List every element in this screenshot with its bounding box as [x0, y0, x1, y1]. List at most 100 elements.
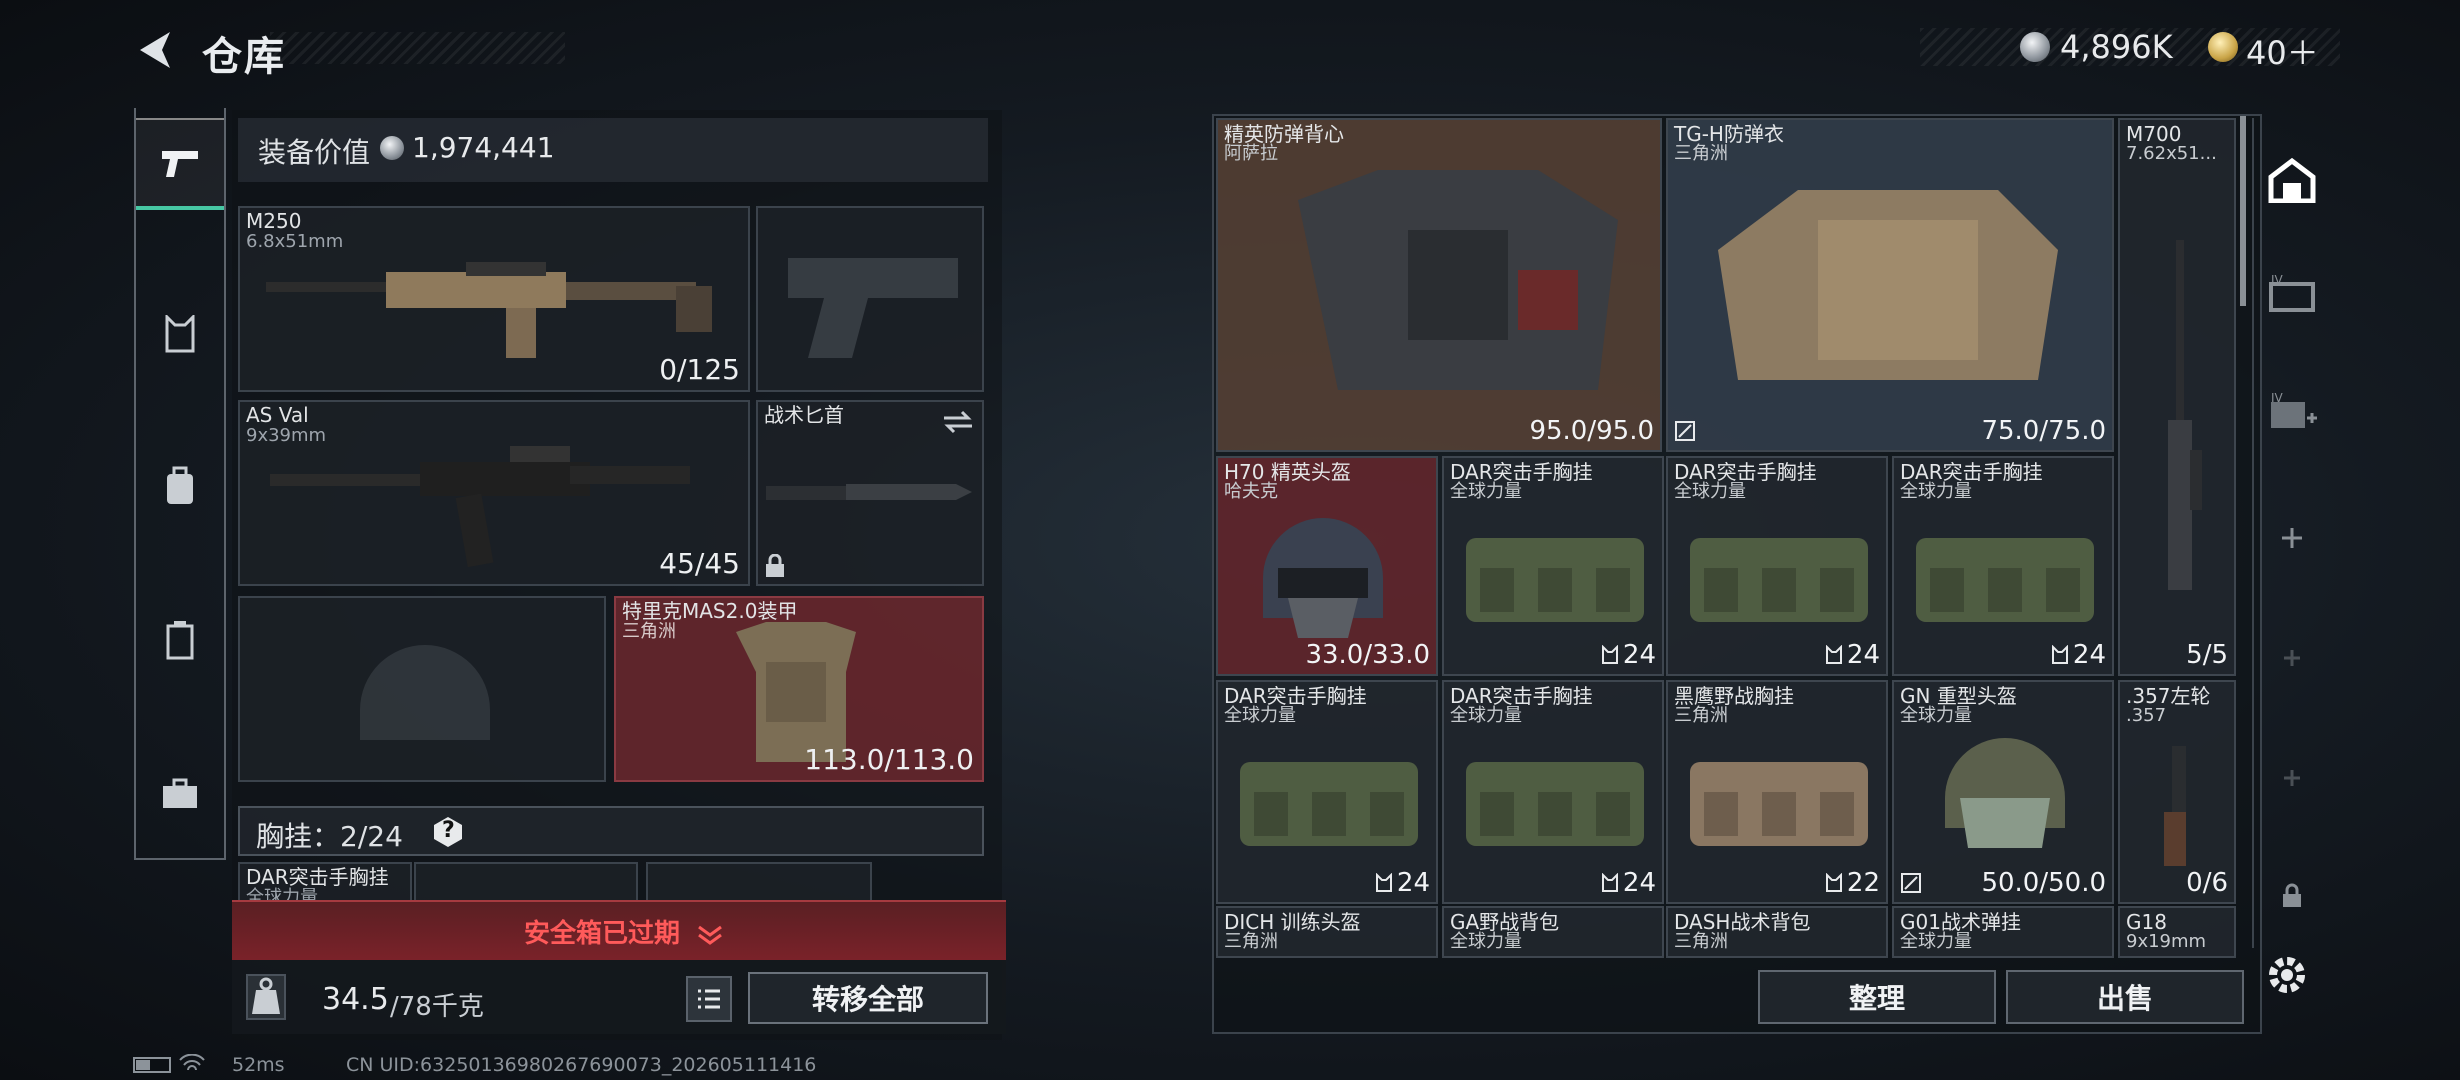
toolbox-icon [163, 778, 197, 808]
item-durability: 75.0/75.0 [1981, 416, 2106, 446]
item-durability: 95.0/95.0 [1529, 416, 1654, 446]
help-button[interactable]: ? [432, 816, 464, 848]
vest-item-slot-empty[interactable] [646, 862, 872, 902]
grid-item[interactable]: M700 7.62x51... 5/5 [2118, 118, 2236, 676]
grid-item[interactable]: DAR突击手胸挂 全球力量 24 [1216, 680, 1438, 904]
grid-item[interactable]: H70 精英头盔 哈夫克 33.0/33.0 [1216, 456, 1438, 676]
item-name: DAR突击手胸挂 [1224, 684, 1367, 708]
item-capacity: 22 [1825, 868, 1880, 898]
grid-item[interactable]: G18 9x19mm [2118, 906, 2236, 958]
loadout-sidebar [134, 108, 226, 860]
item-image [1698, 160, 2078, 404]
lock-icon [2283, 883, 2301, 907]
melee-slot[interactable]: 战术匕首 [756, 400, 984, 586]
storage-add-icon: IV [2271, 392, 2317, 428]
vest-capacity-icon [1601, 873, 1618, 892]
add-storage-button-2[interactable] [2260, 626, 2324, 690]
item-brand: 三角洲 [1674, 143, 1728, 164]
grid-item[interactable]: DAR突击手胸挂 全球力量 24 [1442, 680, 1664, 904]
item-name: G01战术弹挂 [1900, 910, 2021, 934]
item-name: H70 精英头盔 [1224, 460, 1351, 484]
item-brand: 全球力量 [1450, 705, 1522, 726]
item-brand: 全球力量 [1674, 481, 1746, 502]
sell-button[interactable]: 出售 [2006, 970, 2244, 1024]
vest-capacity-icon [1601, 645, 1618, 664]
grid-scrollbar[interactable] [2240, 116, 2246, 306]
grid-item[interactable]: 精英防弹背心 阿萨拉 95.0/95.0 [1216, 118, 1662, 452]
gold-currency-value[interactable]: 40＋ [2246, 28, 2319, 74]
item-capacity-value: 24 [1846, 640, 1880, 670]
item-name: 精英防弹背心 [1224, 122, 1344, 146]
item-brand: 全球力量 [1900, 705, 1972, 726]
item-image [1248, 498, 1398, 652]
grid-item[interactable]: 黑鹰野战胸挂 三角洲 22 [1666, 680, 1888, 904]
vest-item-slot-empty[interactable] [414, 862, 638, 902]
item-brand: 全球力量 [1900, 931, 1972, 952]
repair-icon [1900, 872, 1922, 894]
item-durability: 5/5 [2186, 640, 2228, 670]
transfer-all-button[interactable]: 转移全部 [748, 972, 988, 1024]
gold-coin-icon [2208, 32, 2238, 62]
back-arrow-icon [140, 32, 170, 68]
armor-brand: 三角洲 [622, 621, 676, 642]
add-storage-button-3[interactable] [2260, 746, 2324, 810]
grid-item[interactable]: G01战术弹挂 全球力量 [1892, 906, 2114, 958]
uid-text: CN UID:6325013698026769​0073_20260511141… [346, 1054, 817, 1076]
backpack-icon [167, 466, 193, 504]
grid-item[interactable]: GN 重型头盔 全球力量 50.0/50.0 [1892, 680, 2114, 904]
vest-item-slot[interactable]: DAR突击手胸挂 全球力量 [238, 862, 412, 902]
sort-button[interactable]: 整理 [1758, 970, 1996, 1024]
plus-icon [2284, 650, 2300, 666]
grid-item[interactable]: GA野战背包 全球力量 [1442, 906, 1664, 958]
item-brand: .357 [2126, 705, 2167, 726]
tab-toolbox[interactable] [136, 748, 224, 840]
weight-button[interactable] [246, 974, 286, 1020]
weapon-name: M250 [246, 209, 302, 233]
plus-icon [2282, 528, 2302, 548]
grid-item[interactable]: DICH 训练头盔 三角洲 [1216, 906, 1438, 958]
item-capacity-value: 22 [1846, 868, 1880, 898]
vest-icon [165, 315, 195, 353]
vest-capacity: 胸挂：2/24 [256, 815, 403, 855]
weapon-ammo: 0/125 [659, 353, 740, 386]
add-storage-button[interactable] [2260, 506, 2324, 570]
weapon-ammo: 45/45 [659, 547, 740, 580]
grid-item[interactable]: DAR突击手胸挂 全球力量 24 [1666, 456, 1888, 676]
item-brand: 全球力量 [1450, 931, 1522, 952]
swap-icon[interactable] [942, 410, 974, 434]
tab-pouch[interactable] [136, 594, 224, 686]
vest-capacity-icon [2051, 645, 2068, 664]
item-name: GN 重型头盔 [1900, 684, 2017, 708]
list-button[interactable] [686, 976, 732, 1022]
tab-warehouse-main[interactable] [2260, 148, 2324, 212]
primary-weapon-slot-2[interactable]: AS Val 9x39mm 45/45 [238, 400, 750, 586]
back-button[interactable] [132, 26, 180, 74]
armor-slot[interactable]: 特里克MAS2.0装甲 三角洲 113.0/113.0 [614, 596, 984, 782]
item-name: DICH 训练头盔 [1224, 910, 1361, 934]
tab-storage-5[interactable]: IV [2260, 380, 2324, 444]
grid-item[interactable]: TG-H防弹衣 三角洲 75.0/75.0 [1666, 118, 2114, 452]
item-capacity: 24 [1375, 868, 1430, 898]
item-image [2150, 220, 2210, 624]
title-decoration [270, 32, 565, 64]
sidearm-slot[interactable] [756, 206, 984, 392]
settings-button[interactable] [2262, 950, 2312, 1000]
grid-item[interactable]: DAR突击手胸挂 全球力量 24 [1892, 456, 2114, 676]
grid-item[interactable]: DAR突击手胸挂 全球力量 24 [1442, 456, 1664, 676]
chevron-down-icon [698, 925, 722, 945]
tab-weapons[interactable] [136, 118, 224, 210]
weight-current: 34.5 [322, 982, 389, 1017]
item-image [1278, 160, 1638, 404]
primary-weapon-slot-1[interactable]: M250 6.8x51mm 0/125 [238, 206, 750, 392]
helmet-slot[interactable] [238, 596, 606, 782]
grid-item[interactable]: DASH战术背包 三角洲 [1666, 906, 1888, 958]
grid-item[interactable]: .357左轮 .357 0/6 [2118, 680, 2236, 904]
tab-vest[interactable] [136, 288, 224, 380]
storage-crate-icon: IV [2269, 274, 2315, 312]
item-capacity: 24 [2051, 640, 2106, 670]
tab-storage-4[interactable]: IV [2260, 262, 2324, 326]
item-image [1460, 518, 1650, 632]
tab-backpack[interactable] [136, 440, 224, 532]
help-mark: ? [442, 818, 455, 843]
item-capacity-value: 24 [1396, 868, 1430, 898]
